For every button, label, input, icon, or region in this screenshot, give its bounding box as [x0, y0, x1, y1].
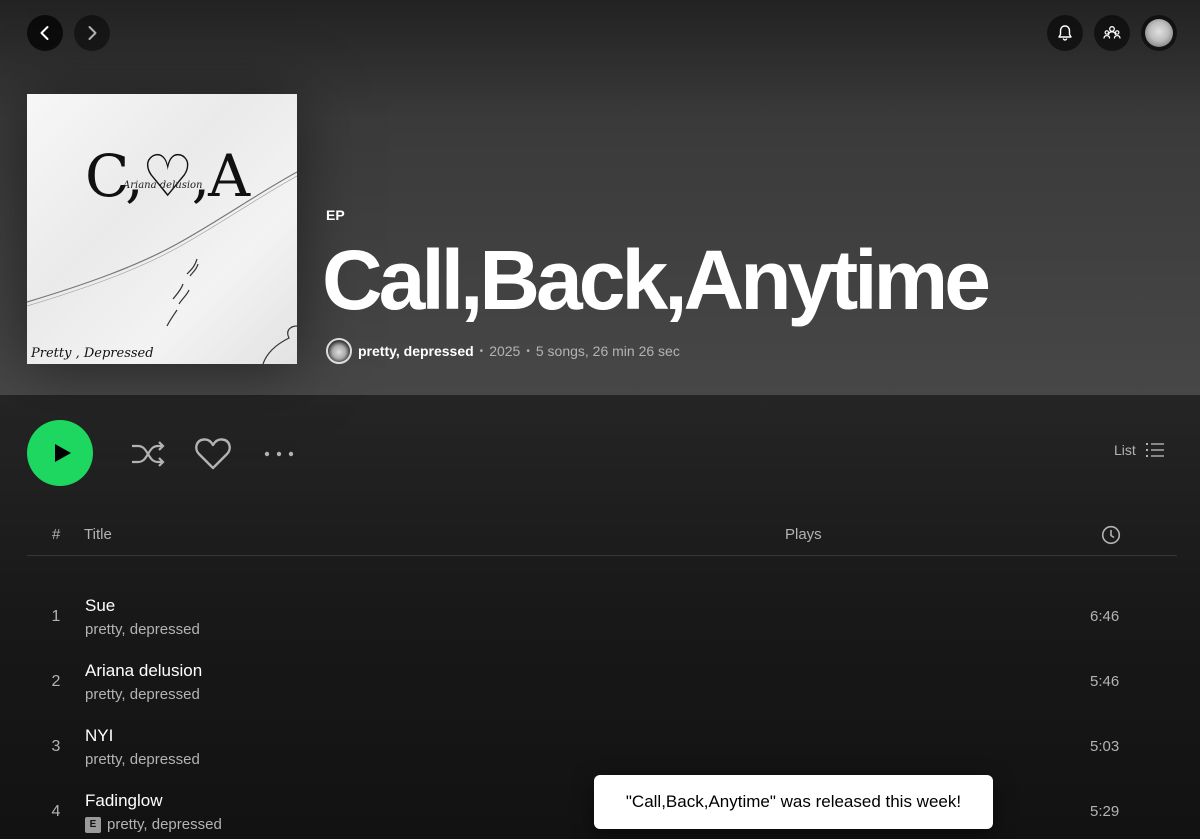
- view-mode-label: List: [1114, 442, 1136, 458]
- track-artist-link[interactable]: pretty, depressed: [85, 621, 200, 638]
- album-summary: 5 songs, 26 min 26 sec: [535, 343, 680, 359]
- page-title: Call,Back,Anytime: [322, 233, 991, 327]
- back-button[interactable]: [27, 15, 63, 51]
- more-options-button[interactable]: [261, 440, 297, 468]
- track-artist-link[interactable]: pretty, depressed: [85, 686, 200, 703]
- column-title[interactable]: Title: [84, 526, 112, 543]
- track-duration: 5:03: [1090, 738, 1120, 755]
- column-plays[interactable]: Plays: [785, 526, 822, 543]
- track-title[interactable]: Sue: [85, 596, 115, 616]
- artist-avatar[interactable]: [326, 338, 352, 364]
- cover-art-drawing: [27, 171, 297, 364]
- track-artist-link[interactable]: pretty, depressed: [85, 751, 200, 768]
- forward-button[interactable]: [74, 15, 110, 51]
- notifications-button[interactable]: [1047, 15, 1083, 51]
- release-year: 2025: [489, 343, 521, 359]
- table-row[interactable]: 2 Ariana delusion pretty, depressed 5:46: [27, 651, 1177, 715]
- track-title[interactable]: NYI: [85, 726, 113, 746]
- user-profile-button[interactable]: [1141, 15, 1177, 51]
- clock-icon: [1101, 525, 1121, 545]
- shuffle-icon: [132, 441, 165, 467]
- cover-artist-text: Pretty , Depressed: [31, 346, 154, 361]
- toast-message: "Call,Back,Anytime" was released this we…: [625, 792, 962, 811]
- cover-title-text: C,♡,A: [85, 142, 250, 210]
- table-row[interactable]: 1 Sue pretty, depressed 6:46: [27, 586, 1177, 650]
- separator-dot: •: [479, 345, 484, 357]
- track-number: 3: [51, 738, 61, 755]
- track-artist: pretty, depressed: [85, 621, 200, 638]
- avatar: [1145, 19, 1173, 47]
- play-icon: [54, 444, 71, 462]
- separator-dot: •: [526, 345, 530, 357]
- track-duration: 6:46: [1090, 608, 1120, 625]
- cover-subtitle-text: Ariana delusion: [123, 180, 203, 191]
- list-icon: [1145, 443, 1164, 457]
- track-number: 2: [51, 673, 61, 690]
- track-artist: pretty, depressed: [85, 686, 200, 703]
- album-meta: pretty, depressed • 2025 • 5 songs, 26 m…: [326, 338, 680, 364]
- tracklist-header: # Title Plays: [27, 514, 1177, 556]
- chevron-left-icon: [40, 26, 49, 40]
- track-artist: pretty, depressed: [85, 751, 200, 768]
- heart-icon: [195, 438, 231, 470]
- track-number: 4: [51, 803, 61, 820]
- track-title[interactable]: Ariana delusion: [85, 661, 202, 681]
- release-toast: "Call,Back,Anytime" was released this we…: [594, 775, 993, 829]
- chevron-right-icon: [88, 26, 97, 40]
- track-title[interactable]: Fadinglow: [85, 791, 163, 811]
- table-row[interactable]: 3 NYI pretty, depressed 5:03: [27, 716, 1177, 780]
- friends-activity-icon: [1103, 26, 1121, 39]
- view-mode-toggle[interactable]: List: [1114, 442, 1164, 458]
- track-number: 1: [51, 608, 61, 625]
- artist-link[interactable]: pretty, depressed: [358, 343, 474, 359]
- track-duration: 5:46: [1090, 673, 1120, 690]
- more-dots-icon: [264, 451, 294, 457]
- column-duration[interactable]: [1101, 525, 1121, 549]
- track-duration: 5:29: [1090, 803, 1120, 820]
- save-to-library-button[interactable]: [192, 433, 234, 475]
- track-artist-link[interactable]: pretty, depressed: [107, 816, 222, 833]
- explicit-badge: E: [85, 816, 101, 833]
- shuffle-button[interactable]: [128, 434, 168, 474]
- friend-activity-button[interactable]: [1094, 15, 1130, 51]
- album-type-label: EP: [326, 207, 345, 223]
- bell-icon: [1058, 25, 1072, 41]
- album-cover: C,♡,A Ariana delusion Pretty , Depressed: [27, 94, 297, 364]
- track-artist: E pretty, depressed: [85, 816, 222, 833]
- play-button[interactable]: [27, 420, 93, 486]
- column-number: #: [52, 526, 61, 543]
